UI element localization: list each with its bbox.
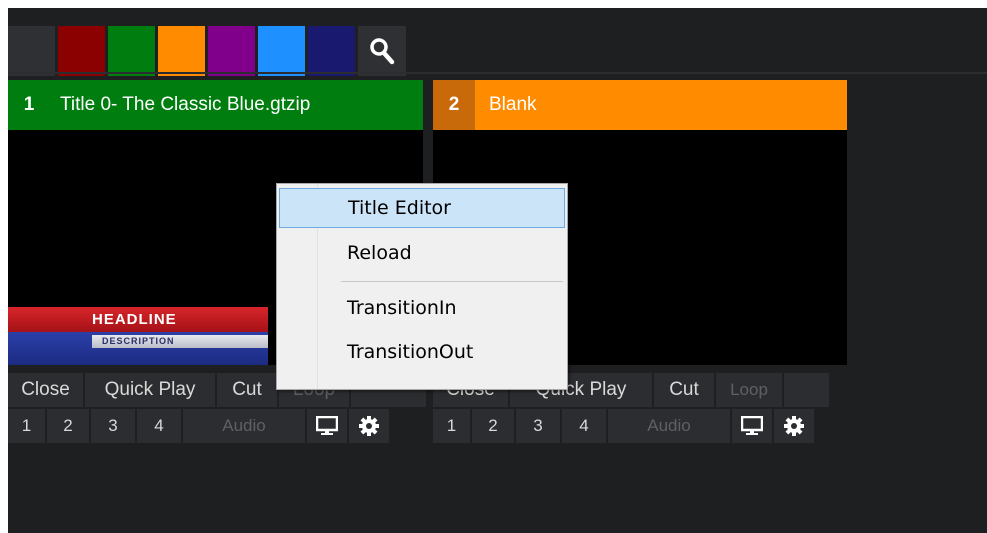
settings-button-2[interactable] [774,409,814,443]
swatch-green[interactable] [108,26,155,76]
menu-separator [341,281,563,282]
overlay-1-button-2[interactable]: 1 [433,409,470,443]
menu-item-transition-out[interactable]: TransitionOut [279,332,565,372]
lower-third-graphic: HEADLINE DESCRIPTION [8,307,268,365]
input-number-2: 2 [433,80,475,130]
input-number-1: 1 [8,80,50,130]
input-panel-1[interactable]: 1 Title 0- The Classic Blue.gtzip HEADLI… [8,80,426,443]
input-header-1[interactable]: 1 Title 0- The Classic Blue.gtzip [8,80,423,130]
quick-play-button[interactable]: Quick Play [85,373,215,407]
overlay-4-button-2[interactable]: 4 [562,409,606,443]
loop-button-2[interactable]: Loop [716,373,782,407]
monitor-icon [741,416,763,435]
input-title-1: Title 0- The Classic Blue.gtzip [60,94,311,115]
cut-button[interactable]: Cut [217,373,277,407]
menu-item-title-editor[interactable]: Title Editor [279,188,565,228]
cut-button-2[interactable]: Cut [654,373,714,407]
swatch-orange[interactable] [158,26,205,76]
swatch-red[interactable] [58,26,105,76]
menu-item-transition-in[interactable]: TransitionIn [279,288,565,328]
input-panel-2[interactable]: 2 Blank Close Quick Play Cut Loop 1 2 3 … [433,80,847,443]
extra-button-2[interactable] [784,373,829,407]
search-icon [370,38,395,65]
overlay-1-button[interactable]: 1 [8,409,45,443]
audio-button[interactable]: Audio [183,409,305,443]
settings-button[interactable] [349,409,389,443]
overlay-4-button[interactable]: 4 [137,409,181,443]
overlay-3-button[interactable]: 3 [91,409,135,443]
swatch-blue[interactable] [258,26,305,76]
audio-button-2[interactable]: Audio [608,409,730,443]
output-button[interactable] [307,409,347,443]
output-button-2[interactable] [732,409,772,443]
close-button[interactable]: Close [8,373,83,407]
input-title-2: Blank [489,94,537,115]
app-window: 1 Title 0- The Classic Blue.gtzip HEADLI… [8,8,987,533]
lower-third-description: DESCRIPTION [92,335,268,348]
input-header-2[interactable]: 2 Blank [433,80,847,130]
color-palette-toolbar [8,26,406,76]
context-menu: Title Editor Reload TransitionIn Transit… [276,183,568,390]
input-overlay-row-1: 1 2 3 4 Audio [8,409,391,443]
toolbar-divider [8,72,987,74]
lower-third-headline: HEADLINE [8,307,268,332]
gear-icon [359,416,379,436]
swatch-navy[interactable] [308,26,355,76]
swatch-purple[interactable] [208,26,255,76]
search-button[interactable] [358,26,406,76]
overlay-3-button-2[interactable]: 3 [516,409,560,443]
monitor-icon [316,416,338,435]
menu-item-reload[interactable]: Reload [279,233,565,273]
overlay-2-button-2[interactable]: 2 [472,409,514,443]
gear-icon [784,416,804,436]
lower-third-bar: DESCRIPTION [8,332,268,365]
swatch-slate[interactable] [8,26,55,76]
overlay-2-button[interactable]: 2 [47,409,89,443]
input-overlay-row-2: 1 2 3 4 Audio [433,409,816,443]
